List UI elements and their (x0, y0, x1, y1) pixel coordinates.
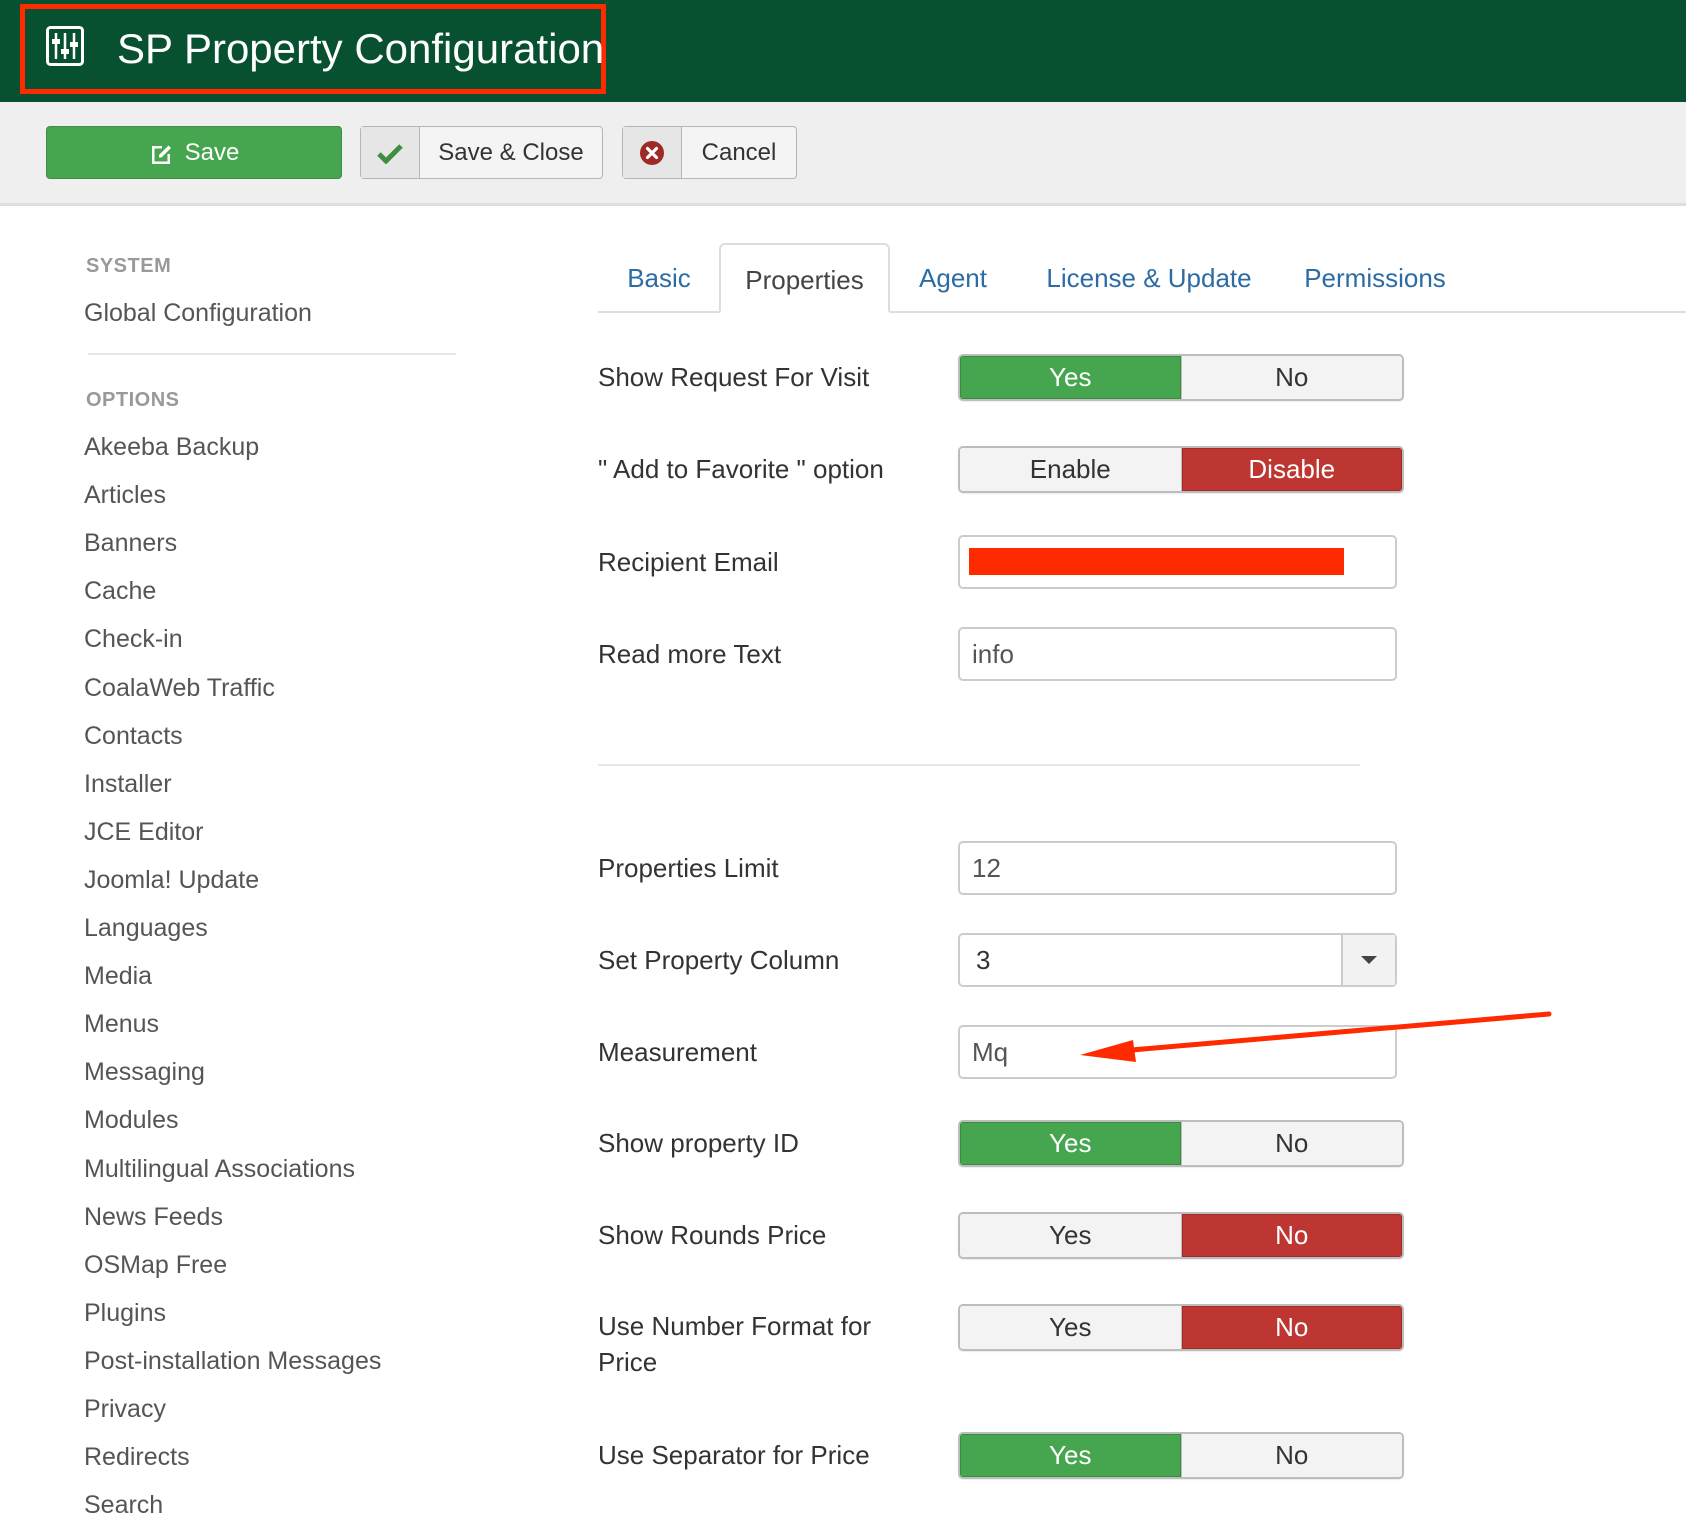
sidebar-item-global-configuration[interactable]: Global Configuration (84, 298, 312, 328)
add-to-favorite-enable[interactable]: Enable (960, 448, 1181, 491)
cancel-button[interactable]: Cancel (622, 126, 797, 179)
sidebar-item-installer[interactable]: Installer (84, 769, 172, 799)
sidebar-item-search[interactable]: Search (84, 1490, 163, 1520)
show-rounds-price-no[interactable]: No (1180, 1214, 1402, 1257)
read-more-text-label: Read more Text (598, 639, 782, 669)
cancel-circle-icon (623, 127, 682, 178)
show-property-id-yes[interactable]: Yes (960, 1122, 1181, 1165)
annotation-arrow (1080, 1011, 1552, 1062)
save-button[interactable]: Save (46, 126, 342, 179)
sidebar-item-languages[interactable]: Languages (84, 913, 208, 943)
measurement-label: Measurement (598, 1037, 757, 1067)
sidebar-item-joomla-update[interactable]: Joomla! Update (84, 865, 259, 895)
use-separator-yes[interactable]: Yes (960, 1434, 1181, 1477)
config-tabs: Basic Properties Agent License & Update … (598, 243, 1686, 313)
show-property-id-label: Show property ID (598, 1128, 799, 1158)
show-rounds-price-label: Show Rounds Price (598, 1220, 827, 1250)
sidebar-item-osmap-free[interactable]: OSMap Free (84, 1250, 227, 1280)
add-to-favorite-disable[interactable]: Disable (1180, 448, 1402, 491)
sidebar-item-check-in[interactable]: Check-in (84, 624, 183, 654)
tab-properties[interactable]: Properties (719, 243, 890, 313)
use-number-format-toggle: Yes No (958, 1304, 1404, 1351)
caret-down-icon (1361, 956, 1377, 964)
sidebar-divider (88, 353, 456, 355)
sidebar-item-media[interactable]: Media (84, 961, 152, 991)
add-to-favorite-toggle: Enable Disable (958, 446, 1404, 493)
sidebar-item-articles[interactable]: Articles (84, 480, 166, 510)
set-property-column-value: 3 (976, 945, 991, 975)
sidebar-item-jce-editor[interactable]: JCE Editor (84, 817, 203, 847)
select-toggle[interactable] (1341, 935, 1395, 985)
sidebar-item-privacy[interactable]: Privacy (84, 1394, 166, 1424)
sidebar-item-multilingual-associations[interactable]: Multilingual Associations (84, 1154, 355, 1184)
use-separator-no[interactable]: No (1180, 1434, 1402, 1477)
sidebar-item-contacts[interactable]: Contacts (84, 721, 183, 751)
recipient-email-label: Recipient Email (598, 547, 779, 577)
show-property-id-toggle: Yes No (958, 1120, 1404, 1167)
show-request-for-visit-toggle: Yes No (958, 354, 1404, 401)
show-rounds-price-toggle: Yes No (958, 1212, 1404, 1259)
show-rounds-price-yes[interactable]: Yes (960, 1214, 1181, 1257)
properties-limit-label: Properties Limit (598, 853, 779, 883)
tab-basic[interactable]: Basic (598, 243, 720, 313)
check-icon (361, 127, 420, 178)
use-number-format-yes[interactable]: Yes (960, 1306, 1181, 1349)
show-property-id-no[interactable]: No (1180, 1122, 1402, 1165)
sidebar-item-messaging[interactable]: Messaging (84, 1057, 205, 1087)
sidebar-item-plugins[interactable]: Plugins (84, 1298, 166, 1328)
recipient-email-input[interactable] (958, 535, 1397, 589)
sidebar-item-coalaweb-traffic[interactable]: CoalaWeb Traffic (84, 673, 275, 703)
read-more-text-input[interactable]: info (958, 627, 1397, 681)
show-request-for-visit-yes[interactable]: Yes (960, 356, 1181, 399)
add-to-favorite-label: " Add to Favorite " option (598, 454, 884, 484)
set-property-column-label: Set Property Column (598, 945, 840, 975)
toolbar: Save Save & Close Cancel (0, 102, 1686, 206)
properties-limit-input[interactable]: 12 (958, 841, 1397, 895)
use-separator-toggle: Yes No (958, 1432, 1404, 1479)
measurement-input[interactable]: Mq (958, 1025, 1397, 1079)
sliders-icon (46, 26, 84, 66)
sidebar-item-banners[interactable]: Banners (84, 528, 177, 558)
show-request-for-visit-label: Show Request For Visit (598, 362, 870, 392)
sidebar-heading-system: SYSTEM (86, 255, 172, 277)
set-property-column-select[interactable]: 3 (958, 933, 1397, 987)
sidebar-item-post-installation-messages[interactable]: Post-installation Messages (84, 1346, 381, 1376)
redacted-email-bar (969, 548, 1344, 575)
app-header: SP Property Configuration (0, 0, 1686, 102)
sidebar-item-news-feeds[interactable]: News Feeds (84, 1202, 223, 1232)
cancel-label: Cancel (701, 138, 777, 166)
section-divider (598, 764, 1360, 766)
save-label: Save (184, 138, 240, 166)
sidebar-heading-options: OPTIONS (86, 389, 180, 411)
tab-license-update[interactable]: License & Update (1036, 243, 1262, 313)
save-close-label: Save & Close (438, 138, 584, 166)
tab-permissions[interactable]: Permissions (1295, 243, 1455, 313)
tab-agent[interactable]: Agent (899, 243, 1007, 313)
sidebar-item-modules[interactable]: Modules (84, 1105, 179, 1135)
sidebar-item-menus[interactable]: Menus (84, 1009, 159, 1039)
show-request-for-visit-no[interactable]: No (1180, 356, 1402, 399)
sidebar-item-akeeba-backup[interactable]: Akeeba Backup (84, 432, 259, 462)
use-number-format-no[interactable]: No (1180, 1306, 1402, 1349)
edit-icon (151, 145, 171, 164)
sidebar-item-redirects[interactable]: Redirects (84, 1442, 190, 1472)
sidebar-item-cache[interactable]: Cache (84, 576, 156, 606)
save-close-button[interactable]: Save & Close (360, 126, 603, 179)
use-number-format-label: Use Number Format for Price (598, 1311, 872, 1377)
page-title: SP Property Configuration (117, 25, 605, 72)
use-separator-label: Use Separator for Price (598, 1440, 870, 1470)
